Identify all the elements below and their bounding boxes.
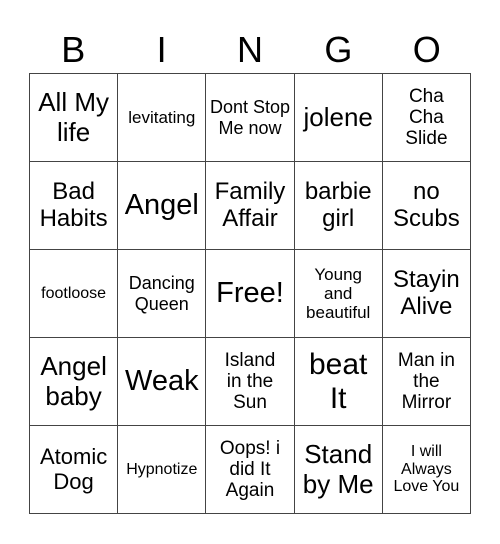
cell-text: All My life	[38, 87, 109, 147]
bingo-cell[interactable]: Angel	[118, 162, 207, 250]
bingo-cell[interactable]: Bad Habits	[30, 162, 119, 250]
header-letter-g: G	[324, 29, 353, 70]
cell-text: Dont Stop Me now	[209, 97, 291, 138]
bingo-cell[interactable]: Young and beautiful	[294, 250, 383, 338]
bingo-cell[interactable]: Dancing Queen	[118, 250, 207, 338]
bingo-cell[interactable]: barbie girl	[294, 162, 383, 250]
bingo-cell[interactable]: no Scubs	[382, 162, 471, 250]
cell-text: barbie girl	[304, 177, 372, 232]
bingo-cell[interactable]: Atomic Dog	[30, 426, 119, 514]
bingo-cell[interactable]: Angel baby	[30, 338, 119, 426]
cell-text: Cha Cha Slide	[405, 85, 448, 150]
header-letter-o: O	[412, 29, 441, 70]
bingo-header: B I N G O	[29, 28, 471, 72]
bingo-cell[interactable]: Dont Stop Me now	[206, 74, 295, 162]
cell-text: Island in the Sun	[224, 349, 276, 414]
header-letter-i: I	[156, 29, 167, 70]
cell-text: levitating	[128, 107, 196, 127]
cell-text: Young and beautiful	[306, 264, 371, 323]
cell-text: Weak	[124, 365, 199, 398]
cell-text: Man in the Mirror	[397, 349, 455, 414]
cell-text: I will Always Love You	[393, 442, 460, 496]
header-letter-n: N	[236, 29, 263, 70]
bingo-cell[interactable]: levitating	[118, 74, 207, 162]
bingo-cell[interactable]: footloose	[30, 250, 119, 338]
cell-text: Hypnotize	[126, 460, 198, 478]
cell-text: Angel	[124, 189, 199, 222]
bingo-cell[interactable]: I will Always Love You	[382, 426, 471, 514]
bingo-grid: All My life levitating Dont Stop Me now …	[29, 73, 471, 514]
cell-text: Bad Habits	[39, 177, 108, 232]
bingo-cell[interactable]: Cha Cha Slide	[382, 74, 471, 162]
cell-text: Dancing Queen	[128, 273, 195, 314]
cell-text: jolene	[303, 101, 373, 132]
bingo-cell[interactable]: Island in the Sun	[206, 338, 295, 426]
cell-text: Stand by Me	[302, 439, 374, 499]
bingo-cell[interactable]: Family Affair	[206, 162, 295, 250]
cell-text: footloose	[41, 284, 107, 302]
bingo-cell[interactable]: All My life	[30, 74, 119, 162]
bingo-cell[interactable]: Hypnotize	[118, 426, 207, 514]
header-letter-b: B	[61, 29, 86, 70]
bingo-cell[interactable]: Stayin Alive	[382, 250, 471, 338]
cell-text: no Scubs	[393, 177, 460, 232]
bingo-cell[interactable]: Man in the Mirror	[382, 338, 471, 426]
free-space[interactable]: Free!	[206, 250, 295, 338]
cell-text: Family Affair	[214, 177, 286, 232]
cell-text: Atomic Dog	[39, 443, 108, 494]
bingo-cell[interactable]: beat It	[294, 338, 383, 426]
bingo-cell[interactable]: jolene	[294, 74, 383, 162]
cell-text: Stayin Alive	[393, 265, 460, 320]
cell-text: beat It	[308, 347, 368, 415]
bingo-cell[interactable]: Stand by Me	[294, 426, 383, 514]
cell-text: Oops! i did It Again	[219, 437, 281, 502]
cell-text: Angel baby	[40, 351, 107, 411]
bingo-cell[interactable]: Weak	[118, 338, 207, 426]
free-space-text: Free!	[216, 277, 284, 310]
bingo-cell[interactable]: Oops! i did It Again	[206, 426, 295, 514]
